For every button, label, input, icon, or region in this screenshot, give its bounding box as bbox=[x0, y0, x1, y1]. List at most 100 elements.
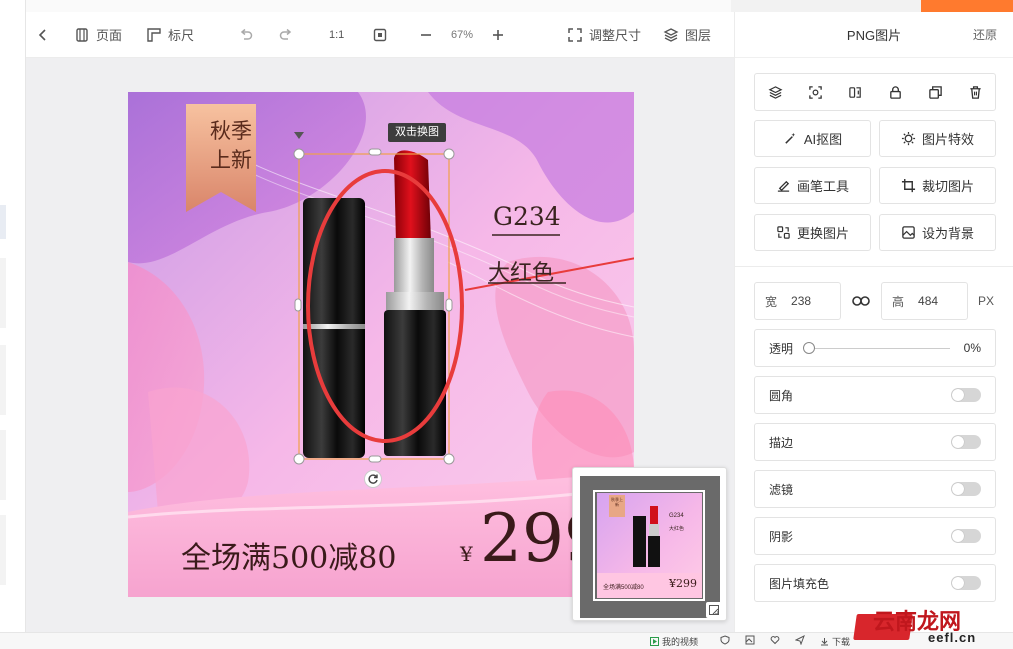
image-actions: AI抠图 图片特效 画笔工具 裁切图片 更换图片 设为背景 bbox=[754, 120, 996, 251]
send-icon[interactable] bbox=[795, 635, 805, 645]
resize-button[interactable]: 调整尺寸 bbox=[567, 25, 641, 44]
ratio-button[interactable]: 1:1 bbox=[329, 29, 344, 41]
set-background-button[interactable]: 设为背景 bbox=[879, 214, 996, 251]
resize-handle-se[interactable] bbox=[443, 453, 455, 465]
crop-button[interactable]: 裁切图片 bbox=[879, 167, 996, 204]
ruler-button[interactable]: 标尺 bbox=[146, 25, 194, 44]
resize-icon bbox=[568, 27, 582, 42]
zoom-in-icon[interactable] bbox=[490, 27, 506, 43]
layers-button[interactable]: 图层 bbox=[663, 25, 711, 44]
download-button[interactable]: 下载 bbox=[820, 635, 850, 648]
layers-label: 图层 bbox=[685, 28, 712, 43]
resize-label: 调整尺寸 bbox=[589, 28, 642, 43]
filter-label: 滤镜 bbox=[769, 482, 794, 497]
rail-item[interactable] bbox=[0, 430, 6, 500]
page-button[interactable]: 页面 bbox=[74, 25, 122, 44]
back-icon[interactable] bbox=[35, 27, 51, 43]
rail-active-marker[interactable] bbox=[0, 205, 6, 239]
color-name: 大红色 bbox=[488, 261, 555, 286]
resize-handle-nw[interactable] bbox=[293, 148, 305, 160]
ruler-icon bbox=[147, 27, 161, 42]
round-corner-toggle[interactable] bbox=[951, 388, 981, 402]
tooltip-replace: 双击换图 bbox=[388, 123, 446, 142]
effects-icon bbox=[901, 131, 916, 146]
properties-panel: PNG图片 还原 AI抠图 图片特效 画笔工具 裁切图片 更换图片 设为背景 宽… bbox=[734, 12, 1013, 632]
reset-button[interactable]: 还原 bbox=[973, 26, 997, 43]
replace-image-button[interactable]: 更换图片 bbox=[754, 214, 871, 251]
shield-icon[interactable] bbox=[720, 635, 730, 645]
layer-order-icon[interactable] bbox=[763, 80, 787, 104]
top-strip-button[interactable] bbox=[921, 0, 1013, 12]
stroke-toggle[interactable] bbox=[951, 435, 981, 449]
effects-label: 图片特效 bbox=[921, 132, 974, 147]
minimap-frame[interactable] bbox=[593, 490, 705, 601]
fill-color-row: 图片填充色 bbox=[754, 564, 996, 602]
flip-icon[interactable] bbox=[843, 80, 867, 104]
rail-item[interactable] bbox=[0, 515, 6, 585]
ai-cutout-label: AI抠图 bbox=[803, 132, 843, 147]
rail-item[interactable] bbox=[0, 258, 6, 328]
magic-wand-icon bbox=[785, 132, 796, 144]
opacity-slider-thumb[interactable] bbox=[803, 342, 816, 354]
duplicate-icon[interactable] bbox=[923, 80, 947, 104]
filter-row: 滤镜 bbox=[754, 470, 996, 508]
stroke-label: 描边 bbox=[769, 435, 794, 450]
zoom-out-icon[interactable] bbox=[418, 27, 434, 43]
width-field[interactable]: 宽 238 bbox=[754, 282, 841, 320]
opacity-slider[interactable] bbox=[803, 341, 950, 355]
fit-screen-icon[interactable] bbox=[372, 27, 388, 43]
resize-handle-n[interactable] bbox=[368, 148, 382, 156]
top-toolbar: 页面 标尺 1:1 67% 调整尺寸 图层 bbox=[26, 12, 734, 58]
width-value[interactable]: 238 bbox=[791, 294, 811, 308]
resize-handle-w[interactable] bbox=[294, 298, 302, 312]
rotate-icon bbox=[368, 474, 378, 484]
promo-text: 全场满500减80 bbox=[181, 541, 397, 576]
badge-text: 秋季 上新 bbox=[210, 117, 252, 175]
model-code: G234 bbox=[493, 202, 561, 231]
effects-button[interactable]: 图片特效 bbox=[879, 120, 996, 157]
layer-arrow-icon[interactable] bbox=[293, 131, 305, 141]
download-label: 下载 bbox=[832, 637, 851, 647]
resize-handle-sw[interactable] bbox=[293, 453, 305, 465]
ruler-label: 标尺 bbox=[168, 28, 195, 43]
replace-label: 更换图片 bbox=[796, 226, 849, 241]
link-ratio-icon[interactable] bbox=[841, 294, 881, 308]
resize-handle-e[interactable] bbox=[445, 298, 453, 312]
fill-color-toggle[interactable] bbox=[951, 576, 981, 590]
replace-icon bbox=[777, 226, 790, 239]
height-field[interactable]: 高 484 bbox=[881, 282, 968, 320]
top-strip-tab[interactable] bbox=[731, 0, 921, 12]
lock-icon[interactable] bbox=[883, 80, 907, 104]
shadow-label: 阴影 bbox=[769, 529, 794, 544]
align-icon[interactable] bbox=[803, 80, 827, 104]
round-corner-row: 圆角 bbox=[754, 376, 996, 414]
rail-item[interactable] bbox=[0, 345, 6, 415]
stroke-row: 描边 bbox=[754, 423, 996, 461]
height-value[interactable]: 484 bbox=[918, 294, 938, 308]
minimap[interactable]: 秋季上新 G234 大红色 全场满500减80 ¥299 bbox=[572, 467, 727, 621]
opacity-slider-track bbox=[803, 347, 950, 349]
crop-icon bbox=[901, 178, 916, 193]
filter-toggle[interactable] bbox=[951, 482, 981, 496]
background-icon bbox=[902, 226, 915, 239]
size-unit: PX bbox=[978, 294, 995, 308]
resize-handle-ne[interactable] bbox=[443, 148, 455, 160]
delete-icon[interactable] bbox=[963, 80, 987, 104]
rotate-handle[interactable] bbox=[364, 470, 382, 488]
watermark-domain: eefl.cn bbox=[928, 630, 977, 645]
round-corner-label: 圆角 bbox=[769, 388, 794, 403]
my-video-button[interactable]: 我的视频 bbox=[650, 635, 698, 648]
brush-tool-button[interactable]: 画笔工具 bbox=[754, 167, 871, 204]
redo-icon[interactable] bbox=[278, 27, 294, 43]
poster-canvas[interactable]: 秋季 上新 G234 大红色 全场满500减80 ¥ 299 bbox=[128, 92, 634, 597]
panel-header: PNG图片 还原 bbox=[735, 12, 1013, 58]
shadow-toggle[interactable] bbox=[951, 529, 981, 543]
image-icon[interactable] bbox=[745, 635, 755, 645]
resize-handle-s[interactable] bbox=[368, 455, 382, 463]
undo-icon[interactable] bbox=[238, 27, 254, 43]
heart-icon[interactable] bbox=[770, 635, 780, 645]
ai-cutout-button[interactable]: AI抠图 bbox=[754, 120, 871, 157]
crop-label: 裁切图片 bbox=[921, 179, 974, 194]
opacity-label: 透明 bbox=[769, 341, 794, 356]
minimap-collapse-icon[interactable] bbox=[706, 602, 722, 618]
